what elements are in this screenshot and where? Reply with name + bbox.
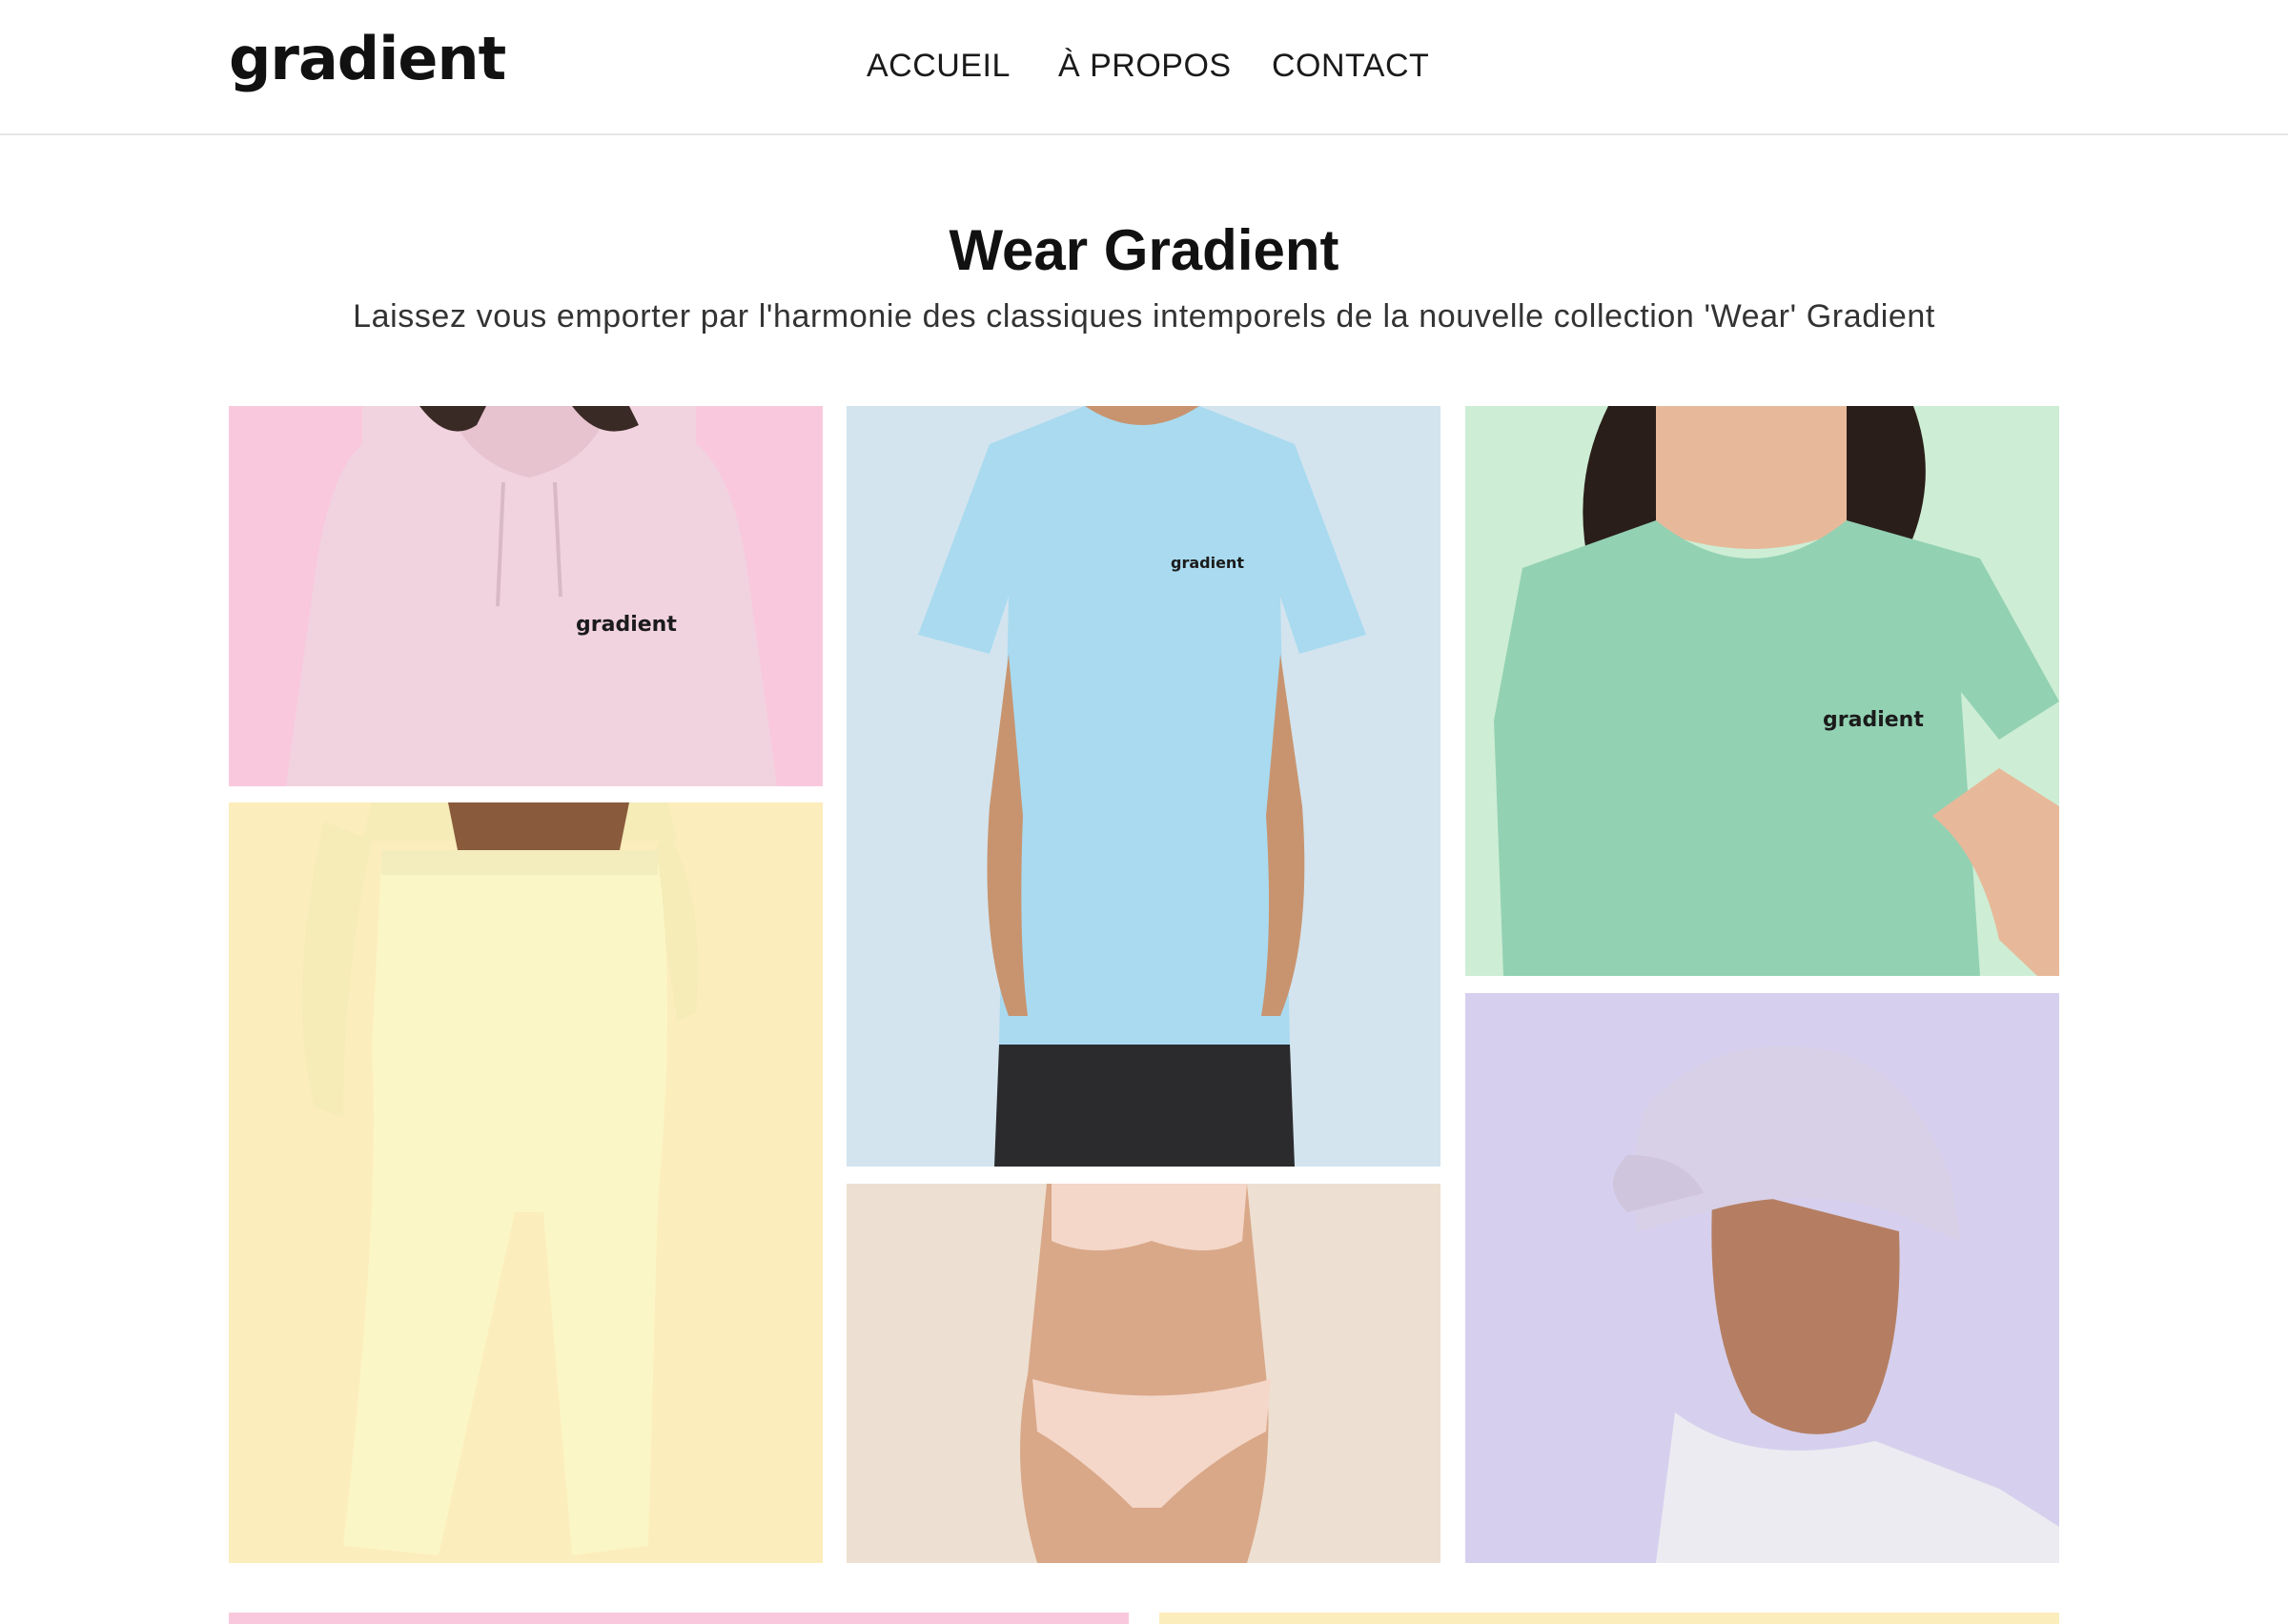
green-tshirt-image: gradient xyxy=(1465,406,2059,976)
lavender-cap-image xyxy=(1465,993,2059,1563)
hoodie-logo-print: gradient xyxy=(576,613,677,637)
bra xyxy=(1052,1184,1247,1250)
yellow-banner-fill xyxy=(1159,1613,2059,1624)
gallery-image-yellow-joggers[interactable] xyxy=(229,802,823,1563)
site-header: gradient ACCUEIL À PROPOS CONTACT xyxy=(0,0,2288,135)
waistband xyxy=(381,850,658,875)
midriff xyxy=(448,802,629,850)
yellow-joggers-image xyxy=(229,802,823,1563)
pink-hoodie-image: gradient xyxy=(229,406,823,786)
green-tshirt-logo-print: gradient xyxy=(1823,708,1924,732)
pink-banner-fill xyxy=(229,1613,1129,1624)
gallery-image-lavender-cap[interactable] xyxy=(1465,993,2059,1563)
nav-item-a-propos[interactable]: À PROPOS xyxy=(1058,44,1232,88)
gallery-banner-yellow[interactable] xyxy=(1159,1613,2059,1624)
gallery-image-blue-tshirt[interactable]: gradient xyxy=(847,406,1440,1167)
page-title: Wear Gradient xyxy=(949,218,1339,282)
nav-item-contact[interactable]: CONTACT xyxy=(1272,44,1429,88)
gallery-image-pink-hoodie[interactable]: gradient xyxy=(229,406,823,786)
blue-tshirt-image: gradient xyxy=(847,406,1440,1167)
yellow-banner-image xyxy=(1159,1613,2059,1624)
pink-banner-image xyxy=(229,1613,1129,1624)
nav-item-accueil[interactable]: ACCUEIL xyxy=(867,44,1011,88)
gallery-image-beige-underwear[interactable] xyxy=(847,1184,1440,1563)
gallery-banner-pink[interactable] xyxy=(229,1613,1129,1624)
gallery-image-green-tshirt[interactable]: gradient xyxy=(1465,406,2059,976)
page-subtitle: Laissez vous emporter par l'harmonie des… xyxy=(353,298,1935,335)
face-neck xyxy=(1656,406,1847,549)
jeans xyxy=(994,1045,1295,1167)
main-nav: ACCUEIL À PROPOS CONTACT xyxy=(0,44,2288,91)
tshirt-logo-print: gradient xyxy=(1171,554,1244,572)
beige-underwear-image xyxy=(847,1184,1440,1563)
